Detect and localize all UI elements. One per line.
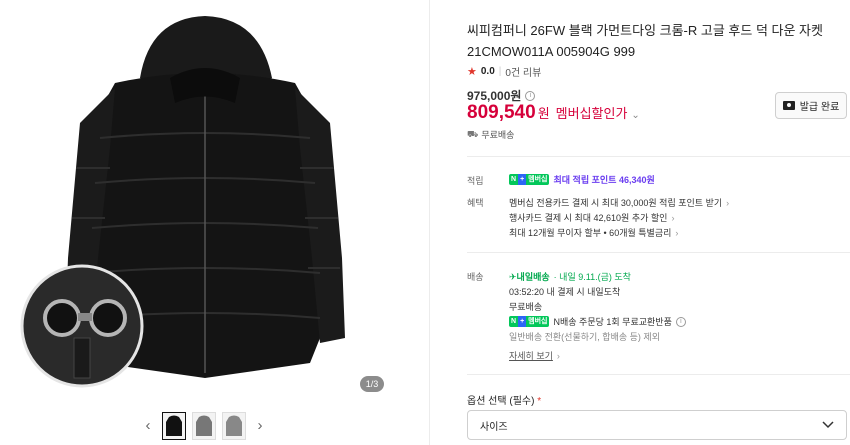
shipping-label: 배송 xyxy=(467,272,484,282)
info-icon[interactable]: i xyxy=(675,316,686,327)
general-shipping-row: 일반배송 전환(선물하기, 합배송 등) 제외 xyxy=(509,332,660,342)
jacket-thumb-icon xyxy=(196,415,212,436)
thumbnail-3[interactable] xyxy=(222,412,246,440)
max-points-row[interactable]: N + 멤버십 최대 적립 포인트 46,340원 xyxy=(509,173,655,186)
product-gallery: 1/3 ‹ › xyxy=(0,0,430,445)
chevron-right-icon: › xyxy=(671,212,675,223)
rating-separator: | xyxy=(498,66,502,77)
free-shipping-label: 무료배송 xyxy=(481,130,515,140)
sale-price-unit: 원 xyxy=(537,106,550,121)
chevron-right-icon: › xyxy=(556,350,560,361)
free-shipping-row: ⛟ 무료배송 xyxy=(467,128,514,141)
tomorrow-delivery-row: ✈내일배송 · 내일 9.11.(금) 도착 xyxy=(509,270,631,283)
truck-icon: ⛟ xyxy=(467,128,479,139)
chevron-down-icon[interactable]: ⌄ xyxy=(631,110,639,121)
divider xyxy=(467,252,850,253)
review-count[interactable]: 0건 리뷰 xyxy=(505,64,541,79)
size-select[interactable]: 사이즈 xyxy=(467,410,847,440)
npay-membership-badge: N + 멤버십 xyxy=(509,174,550,185)
benefit-label: 혜택 xyxy=(467,198,484,208)
product-main-image[interactable] xyxy=(20,8,390,400)
npay-membership-badge: N + 멤버십 xyxy=(509,316,550,327)
chevron-right-icon: › xyxy=(726,197,730,208)
thumbnail-2[interactable] xyxy=(192,412,216,440)
benefit-line-3[interactable]: 최대 12개월 무이자 할부 • 60개월 특별금리 › xyxy=(509,226,678,239)
thumbnail-strip: ‹ › xyxy=(140,410,268,442)
jacket-thumb-icon xyxy=(166,415,182,436)
cutoff-row: 03:52:20 내 결제 시 내일도착 xyxy=(509,287,621,297)
thumb-next-button[interactable]: › xyxy=(252,414,268,438)
rating-row[interactable]: ★ 0.0 | 0건 리뷰 xyxy=(467,64,541,79)
accrual-label: 적립 xyxy=(467,176,484,186)
benefit-line-2[interactable]: 행사카드 결제 시 최대 42,610원 추가 할인 › xyxy=(509,211,674,224)
sale-price: 809,540 xyxy=(467,102,536,123)
image-counter: 1/3 xyxy=(360,376,384,392)
sale-price-row: 809,540 원 멤버십할인가 ⌄ xyxy=(467,102,640,124)
chevron-down-icon xyxy=(822,421,834,429)
free-shipping-line: 무료배송 xyxy=(509,302,543,312)
jacket-thumb-icon xyxy=(226,415,242,436)
info-icon[interactable]: i xyxy=(525,90,536,101)
shipping-more-link[interactable]: 자세히 보기 › xyxy=(509,349,560,362)
thumbnail-1[interactable] xyxy=(162,412,186,440)
chevron-right-icon: › xyxy=(675,227,679,238)
benefit-line-1[interactable]: 멤버십 전용카드 결제 시 최대 30,000원 적립 포인트 받기 › xyxy=(509,196,729,209)
member-discount-label[interactable]: 멤버십할인가 xyxy=(556,103,628,122)
size-select-value: 사이즈 xyxy=(480,421,508,433)
rating-score: 0.0 xyxy=(480,66,495,77)
star-icon: ★ xyxy=(467,66,477,78)
option-select-label: 옵션 선택 (필수) * xyxy=(467,396,542,407)
product-info: 씨피컴퍼니 26FW 블랙 가먼트다잉 크롬-R 고글 후드 덕 다운 자켓 2… xyxy=(431,0,850,445)
coupon-button-label: 발급 완료 xyxy=(799,102,840,113)
coupon-issued-button[interactable]: 발급 완료 xyxy=(775,92,847,119)
tomorrow-delivery-badge: ✈내일배송 xyxy=(509,272,550,282)
max-points-text: 최대 적립 포인트 46,340원 xyxy=(553,175,655,185)
thumb-prev-button[interactable]: ‹ xyxy=(140,414,156,438)
tomorrow-delivery-date: · 내일 9.11.(금) 도착 xyxy=(553,272,631,282)
n-exchange-text: N배송 주문당 1회 무료교환반품 xyxy=(553,317,672,327)
divider xyxy=(467,374,850,375)
coupon-icon xyxy=(782,101,795,110)
product-title: 씨피컴퍼니 26FW 블랙 가먼트다잉 크롬-R 고글 후드 덕 다운 자켓 2… xyxy=(467,23,823,59)
divider xyxy=(467,156,850,157)
n-exchange-row: N + 멤버십 N배송 주문당 1회 무료교환반품 i xyxy=(509,315,686,328)
